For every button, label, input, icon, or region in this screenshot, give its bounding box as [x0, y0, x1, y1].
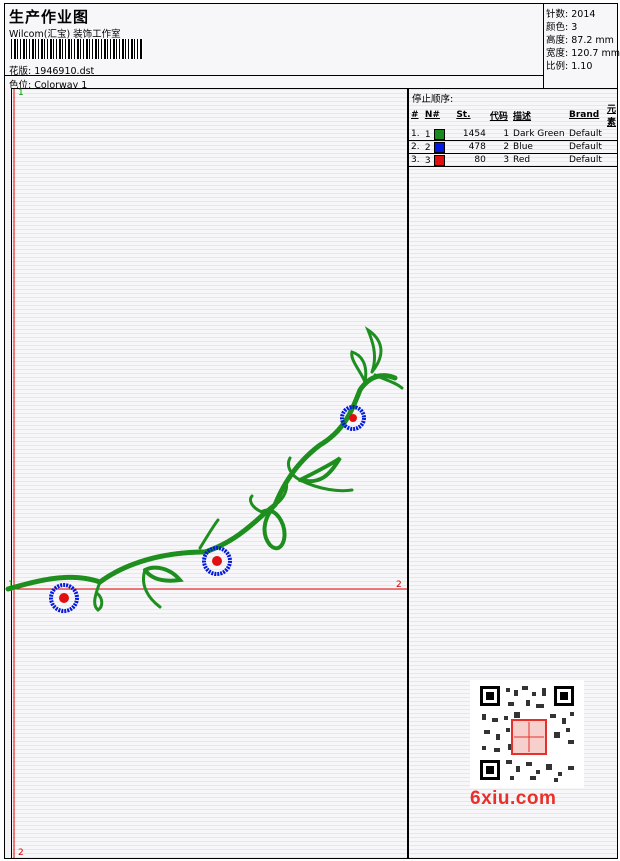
- x-axis-start-label: 1: [8, 580, 14, 590]
- qr-code: [470, 680, 584, 788]
- watermark-text: 6xiu.com: [470, 788, 557, 809]
- qr-code-pattern: [470, 680, 584, 788]
- y-axis-start-label: 1: [18, 88, 24, 98]
- x-axis-end-label: 2: [396, 580, 402, 590]
- y-axis-end-label: 2: [18, 848, 24, 858]
